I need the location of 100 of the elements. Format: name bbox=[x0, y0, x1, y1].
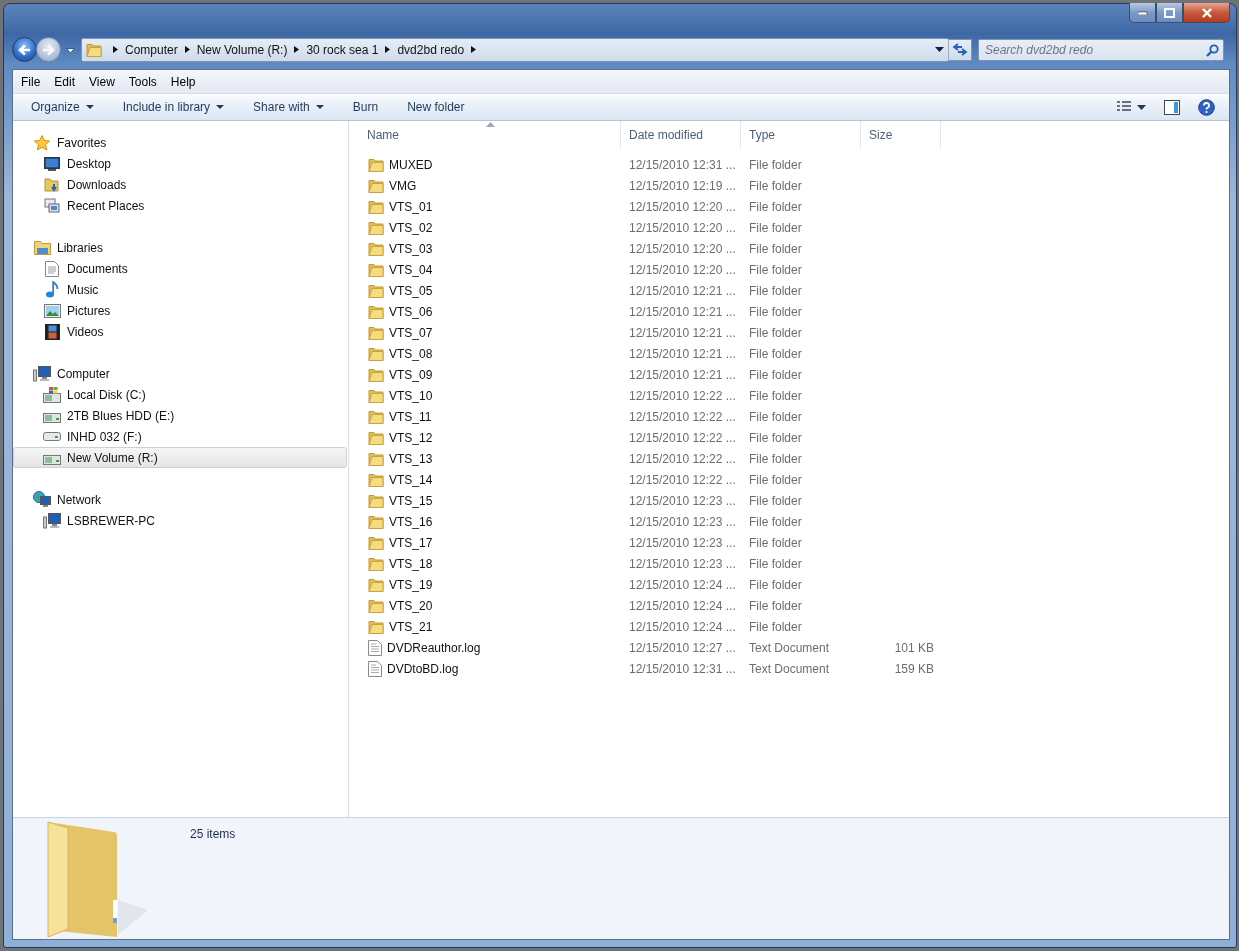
nav-item[interactable]: Videos bbox=[13, 321, 347, 342]
menu-item[interactable]: File bbox=[14, 74, 48, 89]
nav-item[interactable]: Favorites bbox=[13, 132, 347, 153]
nav-item[interactable]: Network bbox=[13, 489, 347, 510]
monitor-icon bbox=[44, 156, 60, 171]
toolbar-button[interactable]: Organize bbox=[22, 96, 103, 118]
date-modified: 12/15/2010 12:21 ... bbox=[629, 346, 736, 361]
file-name[interactable]: VTS_06 bbox=[389, 304, 433, 319]
file-name[interactable]: VTS_11 bbox=[389, 409, 432, 424]
chevron-icon bbox=[112, 46, 119, 53]
file-name[interactable]: MUXED bbox=[389, 157, 433, 172]
file-name[interactable]: VTS_21 bbox=[389, 619, 433, 634]
column-header[interactable]: Type bbox=[741, 121, 861, 149]
nav-item[interactable]: 2TB Blues HDD (E:) bbox=[13, 405, 347, 426]
recent-places-icon bbox=[44, 197, 60, 214]
folder-icon bbox=[368, 408, 384, 425]
breadcrumb[interactable]: dvd2bd redo bbox=[397, 42, 465, 57]
file-name[interactable]: VTS_14 bbox=[389, 472, 433, 487]
minimize-button[interactable] bbox=[1129, 3, 1156, 23]
date-modified: 12/15/2010 12:22 ... bbox=[629, 388, 736, 403]
nav-item[interactable]: Pictures bbox=[13, 300, 347, 321]
close-button[interactable] bbox=[1183, 3, 1230, 23]
menu-item[interactable]: View bbox=[82, 74, 122, 89]
nav-item[interactable]: Local Disk (C:) bbox=[13, 384, 347, 405]
download-folder-icon bbox=[44, 176, 60, 193]
folder-icon bbox=[368, 555, 384, 572]
date-modified: 12/15/2010 12:22 ... bbox=[629, 409, 736, 424]
file-name[interactable]: VTS_04 bbox=[389, 262, 433, 277]
breadcrumb[interactable]: Computer bbox=[125, 42, 178, 57]
nav-item[interactable]: Downloads bbox=[13, 174, 347, 195]
file-name[interactable]: VTS_05 bbox=[389, 283, 433, 298]
caret-icon bbox=[1137, 104, 1146, 110]
removable-drive-icon bbox=[43, 432, 61, 441]
file-name[interactable]: VTS_02 bbox=[389, 220, 433, 235]
column-header[interactable]: Size bbox=[861, 121, 941, 149]
nav-item[interactable]: Computer bbox=[13, 363, 347, 384]
menu-item[interactable]: Edit bbox=[47, 74, 83, 89]
folder-icon bbox=[368, 177, 384, 194]
caret-icon bbox=[66, 48, 75, 54]
music-note-icon bbox=[45, 281, 59, 298]
nav-item[interactable]: INHD 032 (F:) bbox=[13, 426, 347, 447]
breadcrumb[interactable]: New Volume (R:) bbox=[196, 42, 288, 57]
file-name[interactable]: VTS_01 bbox=[389, 199, 433, 214]
file-type: File folder bbox=[749, 619, 802, 634]
file-name[interactable]: VTS_13 bbox=[389, 451, 433, 466]
file-name[interactable]: VTS_10 bbox=[389, 388, 433, 403]
toolbar-button[interactable]: New folder bbox=[398, 96, 474, 118]
address-bar[interactable]: Computer New Volume (R:) 30 rock sea 1 dvd2bd redo bbox=[81, 37, 949, 62]
refresh-button[interactable] bbox=[948, 38, 972, 61]
menu-item[interactable]: Help bbox=[163, 74, 203, 89]
item-count: 25 items bbox=[190, 827, 236, 843]
file-name[interactable]: VTS_12 bbox=[389, 430, 433, 445]
folder-icon bbox=[86, 41, 102, 58]
file-name[interactable]: VTS_19 bbox=[389, 577, 433, 592]
date-modified: 12/15/2010 12:24 ... bbox=[629, 619, 736, 634]
menu-item[interactable]: Tools bbox=[121, 74, 164, 89]
folder-icon bbox=[368, 387, 384, 404]
maximize-button[interactable] bbox=[1156, 3, 1183, 23]
file-name[interactable]: DVDtoBD.log bbox=[387, 661, 459, 676]
forward-button[interactable] bbox=[36, 37, 61, 62]
file-name[interactable]: VTS_09 bbox=[389, 367, 433, 382]
date-modified: 12/15/2010 12:22 ... bbox=[629, 430, 736, 445]
file-name[interactable]: VTS_03 bbox=[389, 241, 433, 256]
file-name[interactable]: VMG bbox=[389, 178, 417, 193]
file-name[interactable]: DVDReauthor.log bbox=[387, 640, 481, 655]
nav-item[interactable]: Desktop bbox=[13, 153, 347, 174]
toolbar-button[interactable]: Share with bbox=[244, 96, 333, 118]
date-modified: 12/15/2010 12:21 ... bbox=[629, 325, 736, 340]
date-modified: 12/15/2010 12:19 ... bbox=[629, 178, 736, 193]
text-file-icon bbox=[368, 639, 382, 656]
file-type: File folder bbox=[749, 262, 802, 277]
search-field[interactable]: Search dvd2bd redo bbox=[978, 38, 1224, 61]
breadcrumb[interactable]: 30 rock sea 1 bbox=[306, 42, 379, 57]
folder-icon bbox=[368, 471, 384, 488]
file-type: File folder bbox=[749, 241, 802, 256]
nav-item[interactable]: Libraries bbox=[13, 237, 347, 258]
file-name[interactable]: VTS_07 bbox=[389, 325, 433, 340]
nav-item[interactable]: Documents bbox=[13, 258, 347, 279]
file-name[interactable]: VTS_18 bbox=[389, 556, 433, 571]
file-name[interactable]: VTS_17 bbox=[389, 535, 433, 550]
back-button[interactable] bbox=[12, 37, 37, 62]
help-button[interactable] bbox=[1196, 96, 1217, 118]
nav-item[interactable]: New Volume (R:) bbox=[13, 447, 347, 468]
column-header[interactable]: Name bbox=[359, 121, 621, 149]
toolbar-button[interactable]: Include in library bbox=[113, 96, 234, 118]
folder-icon bbox=[368, 240, 384, 257]
nav-item[interactable]: LSBREWER-PC bbox=[13, 510, 347, 531]
chevron-icon bbox=[293, 46, 301, 53]
column-header[interactable]: Date modified bbox=[621, 121, 741, 149]
file-name[interactable]: VTS_16 bbox=[389, 514, 433, 529]
file-name[interactable]: VTS_20 bbox=[389, 598, 433, 613]
chevron-icon bbox=[470, 46, 478, 53]
folder-icon bbox=[368, 345, 384, 362]
toolbar-button[interactable]: Burn bbox=[343, 96, 388, 118]
text-file-icon bbox=[368, 660, 382, 677]
file-type: File folder bbox=[749, 514, 802, 529]
nav-item[interactable]: Recent Places bbox=[13, 195, 347, 216]
nav-item[interactable]: Music bbox=[13, 279, 347, 300]
file-name[interactable]: VTS_08 bbox=[389, 346, 433, 361]
file-name[interactable]: VTS_15 bbox=[389, 493, 433, 508]
